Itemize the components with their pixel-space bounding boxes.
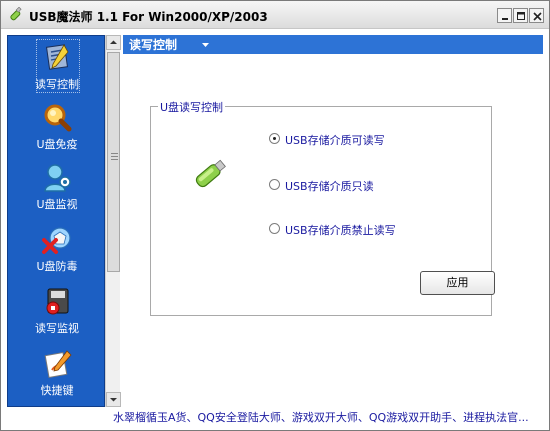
- radio-no-access[interactable]: [269, 223, 280, 234]
- sidebar-scrollbar[interactable]: [105, 35, 121, 407]
- apply-button[interactable]: 应用: [420, 271, 495, 295]
- sidebar-item-usb-monitor[interactable]: U盘监视: [8, 158, 106, 218]
- sidebar-item-label: U盘免疫: [36, 138, 78, 151]
- sidebar: 读写控制 U盘免疫 U盘监视 U盘防毒 读写监视 快捷键: [7, 35, 105, 407]
- monitor-person-icon: [40, 162, 74, 194]
- group-legend: U盘读写控制: [158, 99, 226, 115]
- radio-read-write[interactable]: [269, 133, 280, 144]
- maximize-button[interactable]: [513, 8, 528, 23]
- sidebar-item-readwrite-control[interactable]: 读写控制: [8, 38, 106, 98]
- scroll-down-button[interactable]: [106, 392, 121, 407]
- scroll-up-button[interactable]: [106, 35, 121, 50]
- sidebar-item-usb-immune[interactable]: U盘免疫: [8, 98, 106, 158]
- section-header[interactable]: 读写控制: [123, 35, 543, 54]
- scroll-thumb[interactable]: [107, 52, 120, 272]
- antivirus-icon: [40, 224, 74, 256]
- sidebar-item-label: 快捷键: [40, 384, 74, 397]
- minimize-button[interactable]: [497, 8, 512, 23]
- disk-monitor-icon: [40, 286, 74, 318]
- radio-label: USB存储介质可读写: [285, 134, 385, 147]
- title-bar[interactable]: USB魔法师 1.1 For Win2000/XP/2003: [1, 1, 549, 29]
- sidebar-item-shortcut[interactable]: 快捷键: [8, 344, 106, 404]
- usb-app-icon: [7, 6, 23, 23]
- footer-marquee[interactable]: 水翠榴循玉A货、QQ安全登陆大师、游戏双开大师、QQ游戏双开助手、进程执法官..…: [113, 409, 549, 425]
- window-title: USB魔法师 1.1 For Win2000/XP/2003: [29, 10, 268, 24]
- usb-drive-icon: [189, 157, 229, 193]
- shortcut-pen-icon: [40, 348, 74, 380]
- section-title: 读写控制: [129, 38, 178, 52]
- sidebar-item-label: U盘防毒: [36, 260, 78, 273]
- close-button[interactable]: [529, 8, 544, 23]
- sidebar-item-rw-monitor[interactable]: 读写监视: [8, 282, 106, 342]
- sidebar-item-usb-antivirus[interactable]: U盘防毒: [8, 220, 106, 280]
- readwrite-control-icon: [40, 42, 74, 74]
- chevron-down-icon[interactable]: [201, 40, 210, 53]
- main-panel: U盘读写控制 USB存储介质可读写 USB存储介质只读 USB存储介质禁止读写 …: [123, 54, 543, 407]
- sidebar-item-label: U盘监视: [36, 198, 78, 211]
- radio-label: USB存储介质禁止读写: [285, 224, 396, 237]
- sidebar-item-label: 读写控制: [35, 78, 79, 91]
- sidebar-item-label: 读写监视: [35, 322, 79, 335]
- app-window: USB魔法师 1.1 For Win2000/XP/2003 读写控制 U盘免疫…: [0, 0, 550, 431]
- magnifier-icon: [40, 102, 74, 134]
- radio-label: USB存储介质只读: [285, 180, 374, 193]
- radio-read-only[interactable]: [269, 179, 280, 190]
